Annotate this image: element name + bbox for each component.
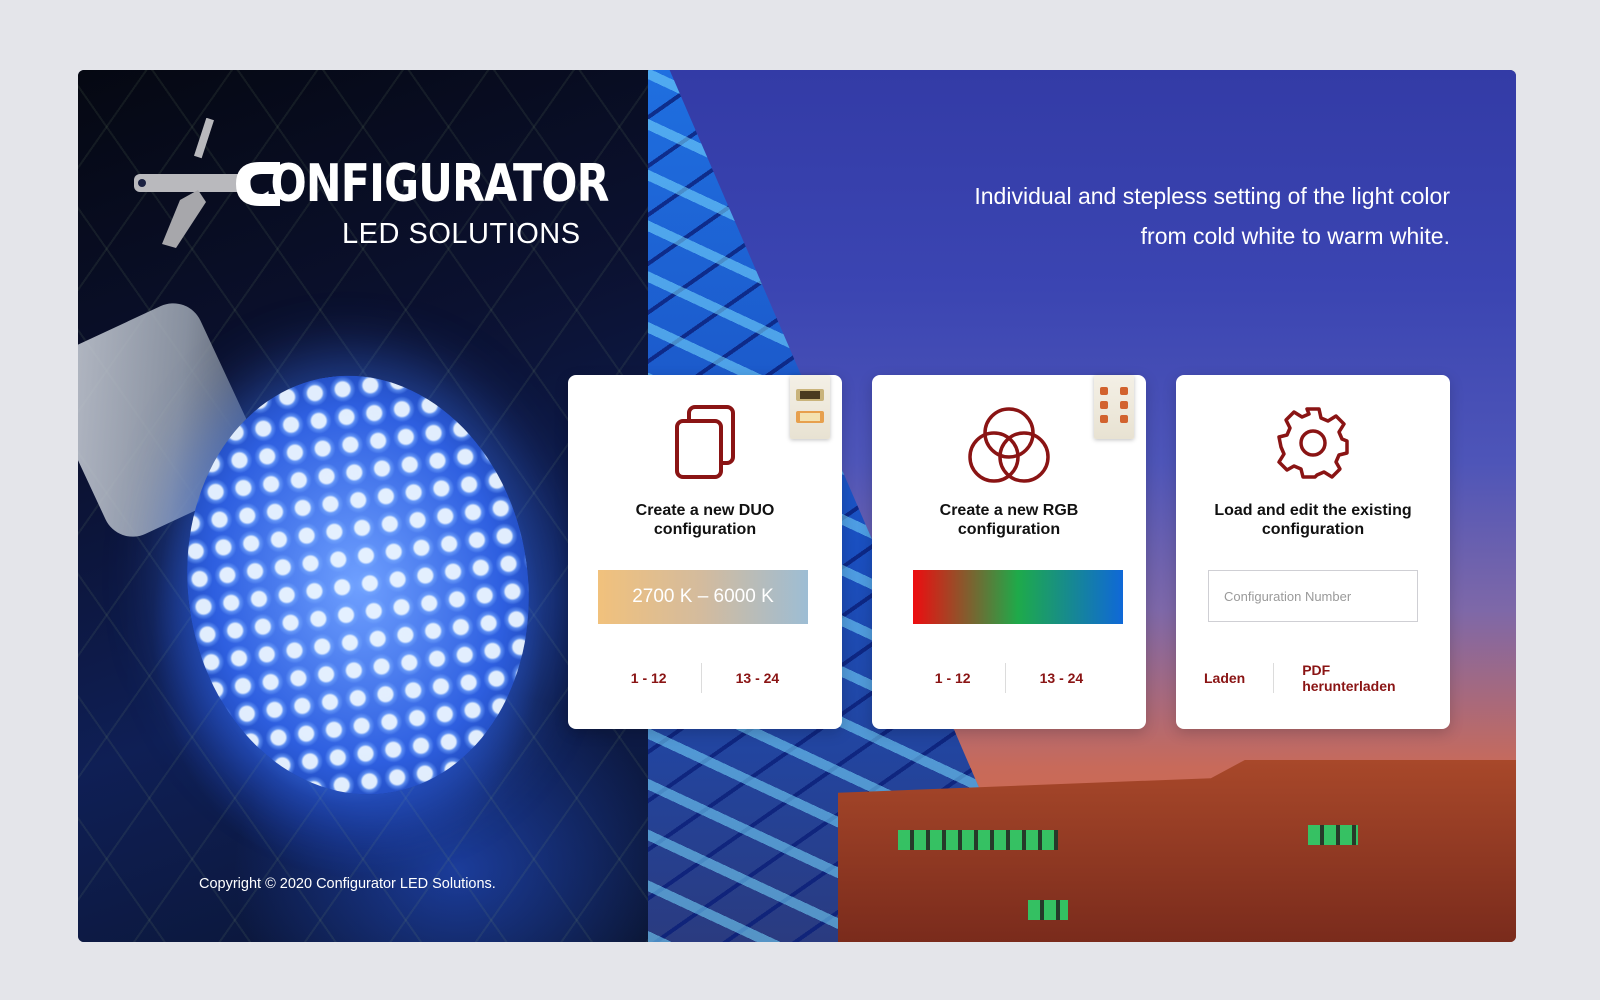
card-links: 1 - 12 13 - 24 xyxy=(568,663,842,693)
load-link[interactable]: Laden xyxy=(1176,670,1273,686)
logo[interactable]: CONFIGURATOR LED SOLUTIONS xyxy=(132,118,610,258)
hero-led-bulb-image: CONFIGURATOR LED SOLUTIONS Copyright © 2… xyxy=(78,70,648,942)
brand-subtitle: LED SOLUTIONS xyxy=(342,218,581,250)
building-windows xyxy=(1308,825,1358,845)
building-windows xyxy=(898,830,1058,850)
card-title: Load and edit the existing configuration xyxy=(1214,502,1412,538)
rgb-color-range xyxy=(913,570,1123,624)
copy-icon xyxy=(675,405,735,479)
rgb-circles-icon xyxy=(968,407,1050,483)
led-strip-icon xyxy=(1094,375,1134,439)
duo-range-13-24-link[interactable]: 13 - 24 xyxy=(702,670,814,686)
duo-configuration-card: Create a new DUO configuration 2700 K – … xyxy=(568,375,842,729)
brand-title: CONFIGURATOR xyxy=(240,154,610,214)
card-title: Create a new RGB configuration xyxy=(939,502,1079,538)
gear-icon xyxy=(1277,407,1349,479)
led-strip-icon xyxy=(790,375,830,439)
copyright-text: Copyright © 2020 Configurator LED Soluti… xyxy=(199,876,496,892)
rgb-configuration-card: Create a new RGB configuration 1 - 12 13… xyxy=(872,375,1146,729)
card-links: Laden PDF herunterladen xyxy=(1176,662,1450,694)
card-title: Create a new DUO configuration xyxy=(635,502,775,538)
configuration-number-input[interactable] xyxy=(1208,570,1418,622)
tagline: Individual and stepless setting of the l… xyxy=(974,183,1450,249)
duo-range-1-12-link[interactable]: 1 - 12 xyxy=(597,670,701,686)
card-links: 1 - 12 13 - 24 xyxy=(872,663,1146,693)
pdf-download-link[interactable]: PDF herunterladen xyxy=(1274,662,1450,694)
load-configuration-card: Load and edit the existing configuration… xyxy=(1176,375,1450,729)
app-frame: CONFIGURATOR LED SOLUTIONS Copyright © 2… xyxy=(78,70,1516,942)
building-windows xyxy=(1028,900,1068,920)
rgb-range-13-24-link[interactable]: 13 - 24 xyxy=(1006,670,1118,686)
duo-color-range: 2700 K – 6000 K xyxy=(598,570,808,624)
rgb-range-1-12-link[interactable]: 1 - 12 xyxy=(901,670,1005,686)
